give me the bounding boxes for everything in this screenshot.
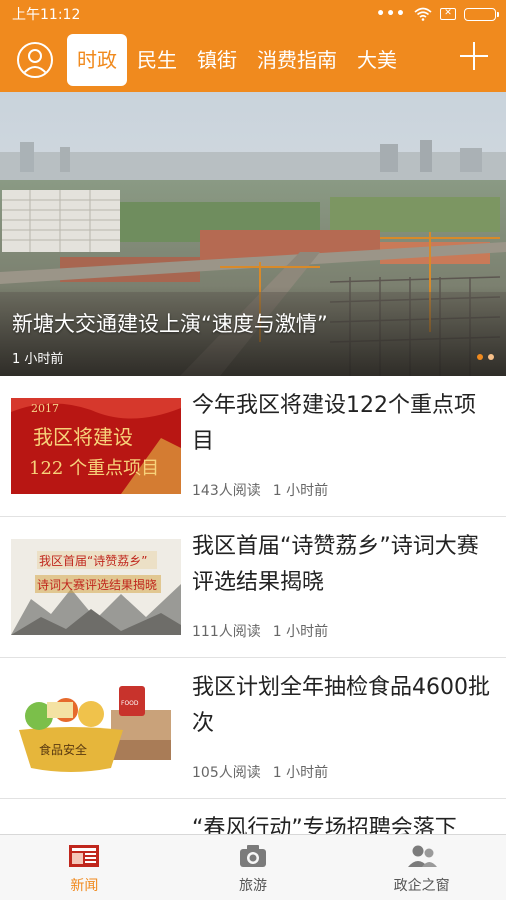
wifi-icon xyxy=(414,7,432,21)
thumb-year: 2017 xyxy=(31,402,59,415)
bottom-tab-label: 旅游 xyxy=(239,878,267,894)
thumb-line-1: 我区将建设 xyxy=(33,425,133,449)
tab-shizheng[interactable]: 时政 xyxy=(67,34,127,86)
no-sim-icon: ✕ xyxy=(440,8,456,20)
read-count: 143人阅读 xyxy=(192,483,261,499)
read-count: 105人阅读 xyxy=(192,765,261,781)
carousel-dot xyxy=(488,354,494,360)
news-thumbnail: 2017 我区将建设 122 个重点项目 xyxy=(11,398,181,494)
bottom-tab-label: 政企之窗 xyxy=(393,878,450,894)
news-title[interactable]: 我区首届“诗赞荔乡”诗词大赛评选结果揭晓 xyxy=(192,529,492,601)
hero-time: 1 小时前 xyxy=(12,352,64,367)
thumb-line-2: 诗词大赛评选结果揭晓 xyxy=(37,577,157,592)
news-item[interactable]: 我区首届“诗赞荔乡” 诗词大赛评选结果揭晓 我区首届“诗赞荔乡”诗词大赛评选结果… xyxy=(0,517,506,658)
camera-icon xyxy=(237,843,269,869)
status-time: 上午11:12 xyxy=(12,7,81,23)
newspaper-icon xyxy=(68,843,100,869)
bottom-tab-news[interactable]: 新闻 xyxy=(0,835,169,900)
news-title[interactable]: 今年我区将建设122个重点项目 xyxy=(192,388,492,460)
news-meta: 143人阅读 1 小时前 xyxy=(192,480,328,500)
add-channel-plus-icon[interactable] xyxy=(460,42,488,70)
tab-zhenjie[interactable]: 镇街 xyxy=(187,34,247,86)
news-thumbnail: FOOD 食品安全 xyxy=(11,680,181,776)
news-title[interactable]: “春风行动”专场招聘会落下 xyxy=(192,811,492,834)
bottom-tab-label: 新闻 xyxy=(70,878,99,894)
battery-icon xyxy=(464,7,499,21)
news-thumbnail: 我区首届“诗赞荔乡” 诗词大赛评选结果揭晓 xyxy=(11,539,181,635)
top-nav-bar: 时政 民生 镇街 消费指南 大美 xyxy=(0,28,506,92)
people-icon xyxy=(406,843,438,869)
news-list: 2017 我区将建设 122 个重点项目 今年我区将建设122个重点项目 143… xyxy=(0,376,506,834)
news-meta: 111人阅读 1 小时前 xyxy=(192,621,328,641)
publish-time: 1 小时前 xyxy=(272,483,329,499)
news-item[interactable]: “春风行动”专场招聘会落下 xyxy=(0,799,506,834)
carousel-indicator xyxy=(477,354,494,360)
thumb-line-2: 122 个重点项目 xyxy=(29,458,159,479)
thumb-line-1: 食品安全 xyxy=(39,742,87,757)
status-bar: 上午11:12 ••• ✕ xyxy=(0,0,506,28)
thumb-line-1: 我区首届“诗赞荔乡” xyxy=(39,554,147,568)
status-icons: ••• ✕ xyxy=(376,6,499,22)
svg-text:FOOD: FOOD xyxy=(121,700,139,707)
publish-time: 1 小时前 xyxy=(272,765,329,781)
channel-tabs: 时政 民生 镇街 消费指南 大美 xyxy=(67,34,407,86)
news-item[interactable]: FOOD 食品安全 我区计划全年抽检食品4600批次 105人阅读 1 小时前 xyxy=(0,658,506,799)
bottom-tab-government[interactable]: 政企之窗 xyxy=(337,835,506,900)
carousel-dot-active xyxy=(477,354,483,360)
news-thumbnail xyxy=(11,821,181,834)
news-meta: 105人阅读 1 小时前 xyxy=(192,762,328,782)
bottom-tab-travel[interactable]: 旅游 xyxy=(169,835,338,900)
news-title[interactable]: 我区计划全年抽检食品4600批次 xyxy=(192,670,492,742)
hero-banner[interactable]: 新塘大交通建设上演“速度与激情” 1 小时前 xyxy=(0,92,506,376)
bottom-tab-bar: 新闻 旅游 政企之窗 xyxy=(0,834,506,900)
tab-damei[interactable]: 大美 xyxy=(347,34,407,86)
publish-time: 1 小时前 xyxy=(272,624,329,640)
tab-minsheng[interactable]: 民生 xyxy=(127,34,187,86)
news-item[interactable]: 2017 我区将建设 122 个重点项目 今年我区将建设122个重点项目 143… xyxy=(0,376,506,517)
hero-title[interactable]: 新塘大交通建设上演“速度与激情” xyxy=(12,308,328,338)
read-count: 111人阅读 xyxy=(192,624,261,640)
tab-xiaofei-zhinan[interactable]: 消费指南 xyxy=(247,34,347,86)
signal-dots-icon: ••• xyxy=(376,6,406,22)
user-avatar-icon[interactable] xyxy=(17,42,53,78)
